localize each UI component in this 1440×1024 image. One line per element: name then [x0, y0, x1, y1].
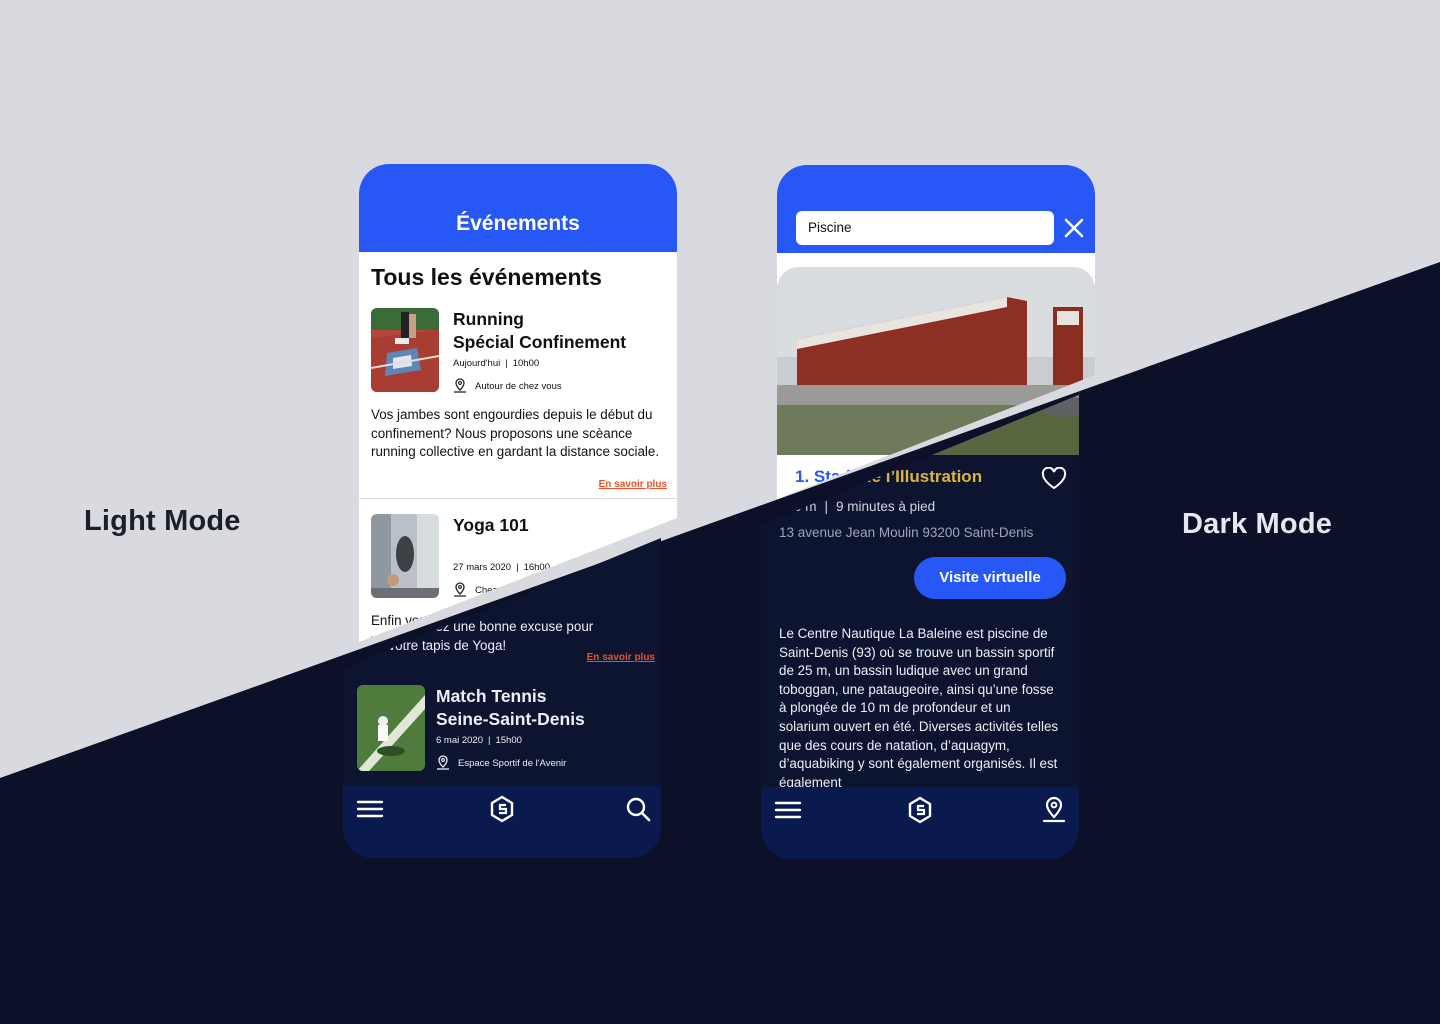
bottom-nav — [343, 786, 661, 858]
events-header: Événements — [359, 164, 677, 252]
search-input-value: Piscine — [808, 220, 852, 235]
divider — [359, 498, 677, 499]
menu-icon[interactable] — [773, 795, 803, 825]
event-location: Espace Sportif de l'Avenir — [436, 755, 566, 771]
event-location: Autour de chez vous — [453, 378, 562, 394]
logo-icon[interactable] — [487, 794, 517, 824]
menu-icon[interactable] — [355, 794, 385, 824]
event-card-tennis[interactable]: Match Tennis Seine-Saint-Denis 6 mai 202… — [357, 685, 653, 775]
search-input[interactable]: Piscine — [796, 211, 1054, 245]
event-title: Yoga 101 — [453, 515, 529, 535]
virtual-visit-button[interactable]: Visite virtuelle — [914, 557, 1066, 599]
location-pin-icon — [437, 755, 449, 770]
event-description: Vos jambes sont engourdies depuis le déb… — [371, 407, 660, 460]
bottom-nav — [761, 787, 1079, 859]
read-more-link[interactable]: En savoir plus — [599, 479, 667, 490]
search-header: Piscine — [777, 165, 1095, 253]
light-mode-label: Light Mode — [84, 505, 241, 537]
event-datetime: 6 mai 2020 | 15h00 — [436, 735, 522, 746]
location-pin-icon — [454, 582, 466, 597]
search-icon[interactable] — [623, 794, 653, 824]
place-address: 13 avenue Jean Moulin 93200 Saint-Denis — [779, 525, 1034, 540]
dark-mode-label: Dark Mode — [1182, 508, 1333, 540]
close-icon[interactable] — [1063, 217, 1085, 239]
place-description: Le Centre Nautique La Baleine est piscin… — [779, 626, 1059, 787]
event-card-running[interactable]: Running Spécial Confinement Aujourd'hui |… — [371, 308, 667, 498]
event-datetime: Aujourd'hui | 10h00 — [453, 358, 540, 369]
tennis-thumbnail — [357, 685, 425, 771]
event-title: Running Spécial Confinement — [453, 309, 627, 352]
running-thumbnail — [371, 308, 439, 392]
logo-icon[interactable] — [905, 795, 935, 825]
map-pin-icon[interactable] — [1039, 795, 1069, 825]
read-more-link[interactable]: En savoir plus — [587, 652, 655, 663]
event-datetime: 27 mars 2020 | 16h00 — [453, 562, 550, 573]
section-title: Tous les événements — [371, 264, 602, 290]
yoga-thumbnail — [371, 514, 439, 598]
event-title: Match Tennis Seine-Saint-Denis — [436, 686, 585, 729]
heart-icon[interactable] — [1041, 467, 1067, 491]
page-title: Événements — [456, 212, 580, 235]
location-pin-icon — [454, 378, 466, 393]
